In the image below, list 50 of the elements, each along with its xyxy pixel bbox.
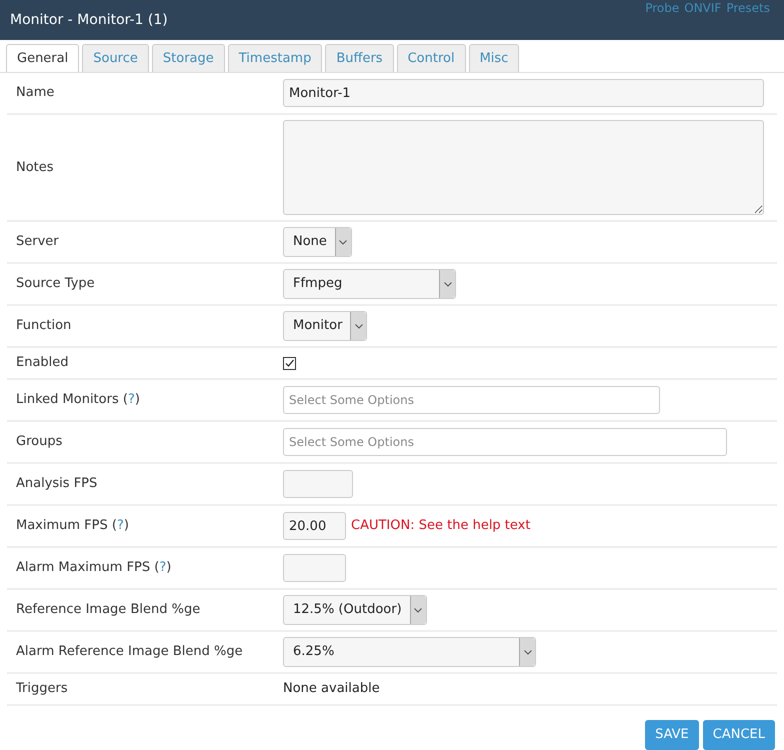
fps-field[interactable] <box>283 554 346 582</box>
select-field[interactable]: Monitor <box>283 311 368 341</box>
header-link[interactable]: Presets <box>726 1 770 15</box>
chevron-down-icon <box>414 608 422 612</box>
select-field[interactable]: Ffmpeg <box>283 269 456 299</box>
tab[interactable]: General <box>6 44 80 72</box>
tab[interactable]: Control <box>396 44 466 72</box>
tab[interactable]: Source <box>82 44 149 72</box>
header-link[interactable]: Probe <box>645 1 680 15</box>
tab[interactable]: Buffers <box>325 44 394 72</box>
help-link[interactable]: ? <box>159 560 166 576</box>
select-field[interactable]: None <box>283 227 352 257</box>
name-field[interactable]: Monitor-1 <box>283 79 764 107</box>
field-label: Triggers <box>16 681 68 696</box>
field-label: Notes <box>16 160 54 175</box>
warning-text: CAUTION: See the help text <box>351 517 530 536</box>
window-title: Monitor - Monitor-1 (1) <box>10 10 168 30</box>
field-label: Alarm Maximum FPS (?) <box>16 560 172 576</box>
field-label: Maximum FPS (?) <box>16 518 129 534</box>
field-label: Function <box>16 318 72 334</box>
field-label: Source Type <box>16 276 95 292</box>
enabled-checkbox[interactable] <box>283 356 296 370</box>
field-label: Groups <box>16 434 62 450</box>
notes-field[interactable] <box>283 120 764 215</box>
chevron-down-icon <box>524 650 532 654</box>
multi-select-field[interactable]: Select Some Options <box>283 386 660 414</box>
field-label: Server <box>16 234 59 250</box>
field-label: Name <box>16 85 54 100</box>
select-field[interactable]: 12.5% (Outdoor) <box>283 595 427 625</box>
save-button[interactable]: SAVE <box>645 720 699 750</box>
tab[interactable]: Storage <box>152 44 225 72</box>
tab[interactable]: Misc <box>468 44 520 72</box>
chevron-down-icon <box>444 282 452 286</box>
multi-select-field[interactable]: Select Some Options <box>283 428 727 456</box>
triggers-value: None available <box>283 680 380 698</box>
field-label: Analysis FPS <box>16 476 98 492</box>
help-link[interactable]: ? <box>128 392 135 408</box>
field-label: Alarm Reference Image Blend %ge <box>16 644 243 660</box>
help-link[interactable]: ? <box>116 518 124 534</box>
fps-field[interactable] <box>283 470 353 498</box>
chevron-down-icon <box>354 324 363 328</box>
chevron-down-icon <box>339 240 348 244</box>
fps-field[interactable]: 20.00 <box>283 512 346 540</box>
cancel-button[interactable]: CANCEL <box>702 720 775 750</box>
field-label: Linked Monitors (?) <box>16 392 140 408</box>
field-label: Enabled <box>16 355 69 370</box>
header-link[interactable]: ONVIF <box>684 1 722 15</box>
select-field[interactable]: 6.25% <box>283 637 536 667</box>
field-label: Reference Image Blend %ge <box>16 602 200 618</box>
tab[interactable]: Timestamp <box>228 44 322 72</box>
